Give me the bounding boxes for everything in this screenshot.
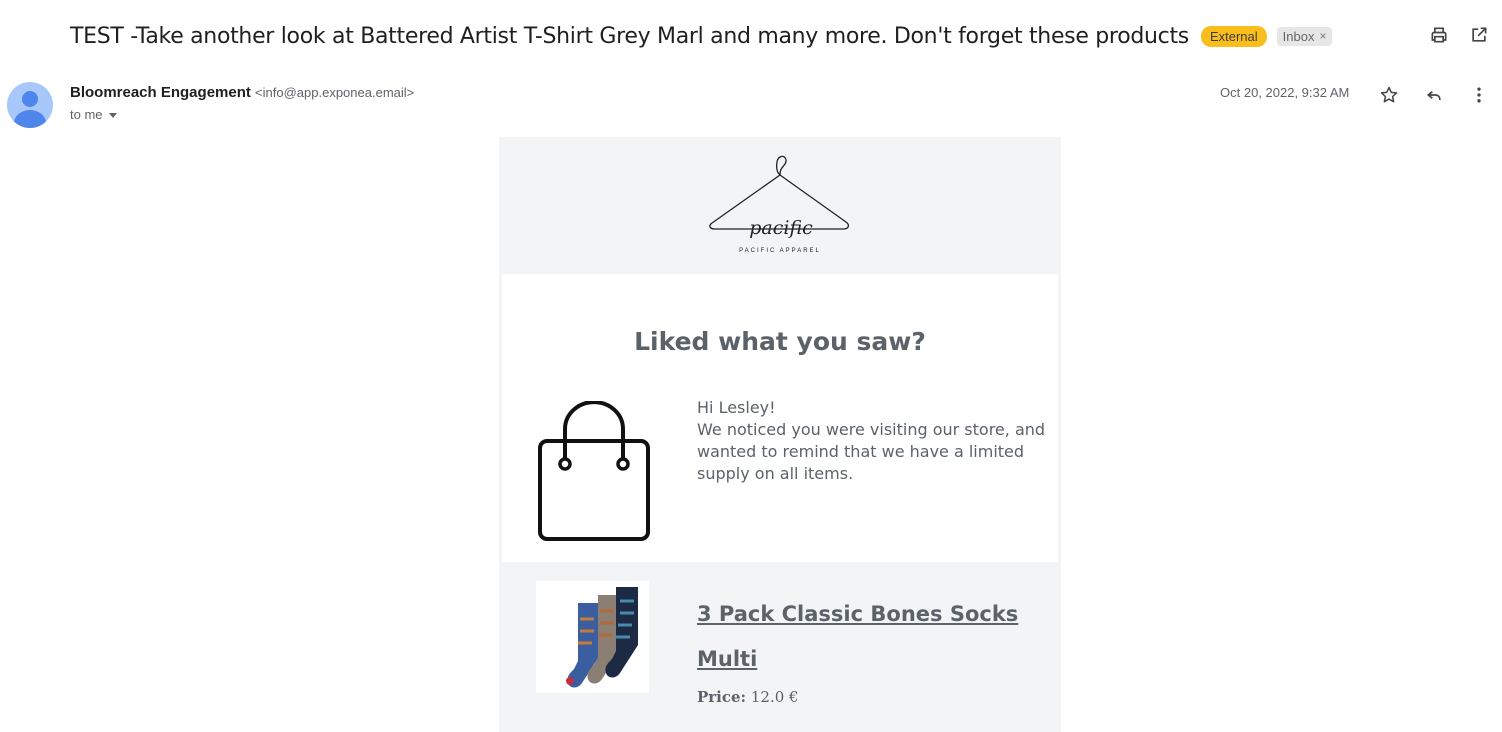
brand-logo-script: pacific [749,217,813,239]
inbox-label[interactable]: Inbox × [1276,26,1333,46]
greeting-text: Hi Lesley! We noticed you were visiting … [697,397,1057,485]
sender-name[interactable]: Bloomreach Engagement [70,84,251,101]
avatar-head [22,91,38,107]
price-label: Price: [697,688,747,706]
print-icon[interactable] [1428,24,1450,46]
product-price: Price: 12.0 € [697,688,799,706]
inbox-label-text: Inbox [1282,28,1315,44]
chevron-down-icon[interactable] [108,113,117,118]
more-vert-icon[interactable] [1468,84,1490,106]
greeting-line: Hi Lesley! [697,398,776,417]
avatar-body [14,110,46,128]
price-value: 12.0 € [750,688,799,706]
star-icon[interactable] [1378,84,1400,106]
email-subject: TEST -Take another look at Battered Arti… [70,23,1189,49]
recipient-text: to me [70,107,103,122]
email-date: Oct 20, 2022, 9:32 AM [1220,85,1350,100]
remove-label-icon[interactable]: × [1319,29,1326,43]
open-in-new-window-icon[interactable] [1468,24,1490,46]
greeting-message: We noticed you were visiting our store, … [697,420,1046,483]
product-link[interactable]: 3 Pack Classic Bones Socks Multi [697,592,1037,682]
sender-email: <info@app.exponea.email> [255,85,415,100]
external-label: External [1200,25,1267,47]
sender-info: Bloomreach Engagement <info@app.exponea.… [70,84,414,101]
brand-subtitle: PACIFIC APPAREL [739,248,821,254]
subject-row: TEST -Take another look at Battered Arti… [70,18,1370,54]
email-headline: Liked what you saw? [634,327,926,356]
brand-logo[interactable]: pacific PACIFIC APPAREL [499,137,1061,273]
reply-icon[interactable] [1423,84,1445,106]
avatar-icon[interactable] [7,82,53,128]
email-body: pacific PACIFIC APPAREL Liked what you s… [499,137,1061,732]
shopping-bag-icon [535,400,653,543]
recipient-details[interactable]: to me [70,107,117,122]
product-image[interactable] [536,581,649,693]
